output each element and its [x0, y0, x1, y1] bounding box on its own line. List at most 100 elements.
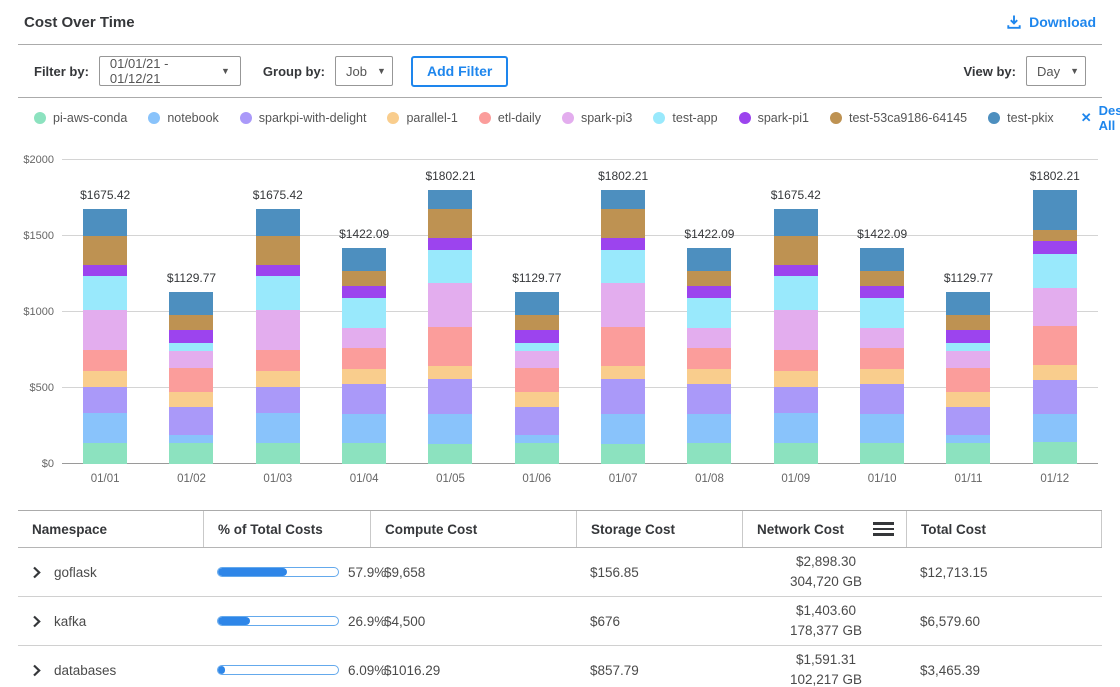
- bar-segment-etl-daily[interactable]: [83, 350, 127, 371]
- bar-segment-test-53ca9186-64145[interactable]: [601, 209, 645, 239]
- bar-column-01-03[interactable]: $1675.4201/03: [235, 160, 321, 464]
- bar-segment-sparkpi-with-delight[interactable]: [169, 407, 213, 435]
- bar-segment-etl-daily[interactable]: [515, 368, 559, 392]
- bar-segment-parallel-1[interactable]: [601, 366, 645, 379]
- bar-segment-test-app[interactable]: [342, 298, 386, 328]
- bar-segment-spark-pi1[interactable]: [687, 286, 731, 298]
- bar-segment-notebook[interactable]: [169, 435, 213, 443]
- bar-segment-spark-pi3[interactable]: [1033, 288, 1077, 326]
- bar-segment-pi-aws-conda[interactable]: [774, 443, 818, 464]
- bar-segment-spark-pi1[interactable]: [601, 238, 645, 250]
- bar-segment-test-pkix[interactable]: [428, 190, 472, 209]
- bar-segment-notebook[interactable]: [601, 414, 645, 444]
- bar-segment-parallel-1[interactable]: [515, 392, 559, 407]
- bar-segment-pi-aws-conda[interactable]: [256, 443, 300, 464]
- group-by-select[interactable]: Job ▼: [335, 56, 393, 86]
- legend-item-etl-daily[interactable]: etl-daily: [479, 111, 541, 125]
- bar-segment-etl-daily[interactable]: [687, 348, 731, 369]
- bar-segment-pi-aws-conda[interactable]: [601, 444, 645, 464]
- bar-segment-pi-aws-conda[interactable]: [428, 444, 472, 464]
- bar-column-01-10[interactable]: $1422.0901/10: [839, 160, 925, 464]
- bar-segment-spark-pi1[interactable]: [428, 238, 472, 250]
- bar-segment-spark-pi1[interactable]: [946, 330, 990, 343]
- bar-segment-sparkpi-with-delight[interactable]: [428, 379, 472, 414]
- bar-segment-parallel-1[interactable]: [428, 366, 472, 379]
- bar-segment-test-pkix[interactable]: [83, 209, 127, 236]
- bar-segment-notebook[interactable]: [687, 414, 731, 444]
- bar-segment-etl-daily[interactable]: [169, 368, 213, 392]
- view-by-select[interactable]: Day ▼: [1026, 56, 1086, 86]
- bar-segment-test-pkix[interactable]: [515, 292, 559, 315]
- stacked-bar[interactable]: [428, 190, 472, 464]
- bar-segment-parallel-1[interactable]: [687, 369, 731, 384]
- bar-segment-pi-aws-conda[interactable]: [83, 443, 127, 464]
- bar-segment-spark-pi3[interactable]: [515, 351, 559, 368]
- bar-segment-sparkpi-with-delight[interactable]: [83, 387, 127, 413]
- bar-column-01-02[interactable]: $1129.7701/02: [148, 160, 234, 464]
- legend-item-notebook[interactable]: notebook: [148, 111, 218, 125]
- bar-segment-etl-daily[interactable]: [774, 350, 818, 371]
- bar-segment-etl-daily[interactable]: [946, 368, 990, 392]
- stacked-bar[interactable]: [774, 209, 818, 464]
- legend-item-test-app[interactable]: test-app: [653, 111, 717, 125]
- bar-segment-parallel-1[interactable]: [342, 369, 386, 384]
- bar-segment-test-app[interactable]: [860, 298, 904, 328]
- date-range-select[interactable]: 01/01/21 - 01/12/21 ▼: [99, 56, 241, 86]
- bar-segment-test-53ca9186-64145[interactable]: [169, 315, 213, 330]
- bar-segment-etl-daily[interactable]: [1033, 326, 1077, 365]
- stacked-bar[interactable]: [256, 209, 300, 464]
- bar-segment-test-pkix[interactable]: [169, 292, 213, 315]
- bar-column-01-06[interactable]: $1129.7701/06: [494, 160, 580, 464]
- bar-segment-test-53ca9186-64145[interactable]: [946, 315, 990, 330]
- bar-segment-spark-pi1[interactable]: [169, 330, 213, 343]
- bar-segment-test-pkix[interactable]: [1033, 190, 1077, 230]
- stacked-bar[interactable]: [601, 190, 645, 464]
- bar-segment-test-53ca9186-64145[interactable]: [774, 236, 818, 265]
- chevron-right-icon[interactable]: [32, 566, 42, 579]
- stacked-bar[interactable]: [515, 292, 559, 464]
- bar-segment-test-app[interactable]: [946, 343, 990, 351]
- bar-segment-test-app[interactable]: [774, 276, 818, 309]
- bar-segment-test-app[interactable]: [687, 298, 731, 328]
- bar-segment-test-app[interactable]: [428, 250, 472, 283]
- bar-segment-pi-aws-conda[interactable]: [860, 443, 904, 464]
- stacked-bar[interactable]: [860, 248, 904, 464]
- stacked-bar[interactable]: [946, 292, 990, 464]
- bar-column-01-04[interactable]: $1422.0901/04: [321, 160, 407, 464]
- namespace-cell[interactable]: goflask: [18, 548, 203, 596]
- bar-segment-etl-daily[interactable]: [256, 350, 300, 371]
- bar-segment-sparkpi-with-delight[interactable]: [1033, 380, 1077, 414]
- bar-segment-test-app[interactable]: [515, 343, 559, 351]
- bar-segment-parallel-1[interactable]: [860, 369, 904, 384]
- add-filter-button[interactable]: Add Filter: [411, 56, 508, 87]
- bar-segment-spark-pi1[interactable]: [256, 265, 300, 276]
- bar-segment-spark-pi1[interactable]: [774, 265, 818, 276]
- legend-item-pi-aws-conda[interactable]: pi-aws-conda: [34, 111, 127, 125]
- bar-segment-spark-pi3[interactable]: [774, 310, 818, 350]
- bar-segment-test-53ca9186-64145[interactable]: [1033, 230, 1077, 241]
- bar-segment-spark-pi1[interactable]: [1033, 241, 1077, 254]
- legend-item-test-53ca9186-64145[interactable]: test-53ca9186-64145: [830, 111, 967, 125]
- bar-segment-spark-pi3[interactable]: [83, 310, 127, 350]
- stacked-bar[interactable]: [342, 248, 386, 464]
- legend-item-spark-pi1[interactable]: spark-pi1: [739, 111, 809, 125]
- bar-segment-etl-daily[interactable]: [342, 348, 386, 369]
- legend-item-test-pkix[interactable]: test-pkix: [988, 111, 1054, 125]
- bar-segment-notebook[interactable]: [860, 414, 904, 444]
- chevron-right-icon[interactable]: [32, 664, 42, 677]
- bar-segment-notebook[interactable]: [946, 435, 990, 443]
- legend-item-spark-pi3[interactable]: spark-pi3: [562, 111, 632, 125]
- chevron-right-icon[interactable]: [32, 615, 42, 628]
- bar-segment-test-app[interactable]: [256, 276, 300, 309]
- bar-segment-spark-pi1[interactable]: [860, 286, 904, 298]
- bar-segment-test-pkix[interactable]: [601, 190, 645, 209]
- bar-segment-sparkpi-with-delight[interactable]: [342, 384, 386, 414]
- bar-column-01-11[interactable]: $1129.7701/11: [925, 160, 1011, 464]
- bar-segment-spark-pi3[interactable]: [946, 351, 990, 368]
- bar-segment-pi-aws-conda[interactable]: [342, 443, 386, 464]
- legend-item-parallel-1[interactable]: parallel-1: [387, 111, 457, 125]
- bar-segment-test-pkix[interactable]: [687, 248, 731, 271]
- stacked-bar[interactable]: [1033, 190, 1077, 464]
- bar-segment-test-53ca9186-64145[interactable]: [687, 271, 731, 286]
- bar-segment-etl-daily[interactable]: [428, 327, 472, 366]
